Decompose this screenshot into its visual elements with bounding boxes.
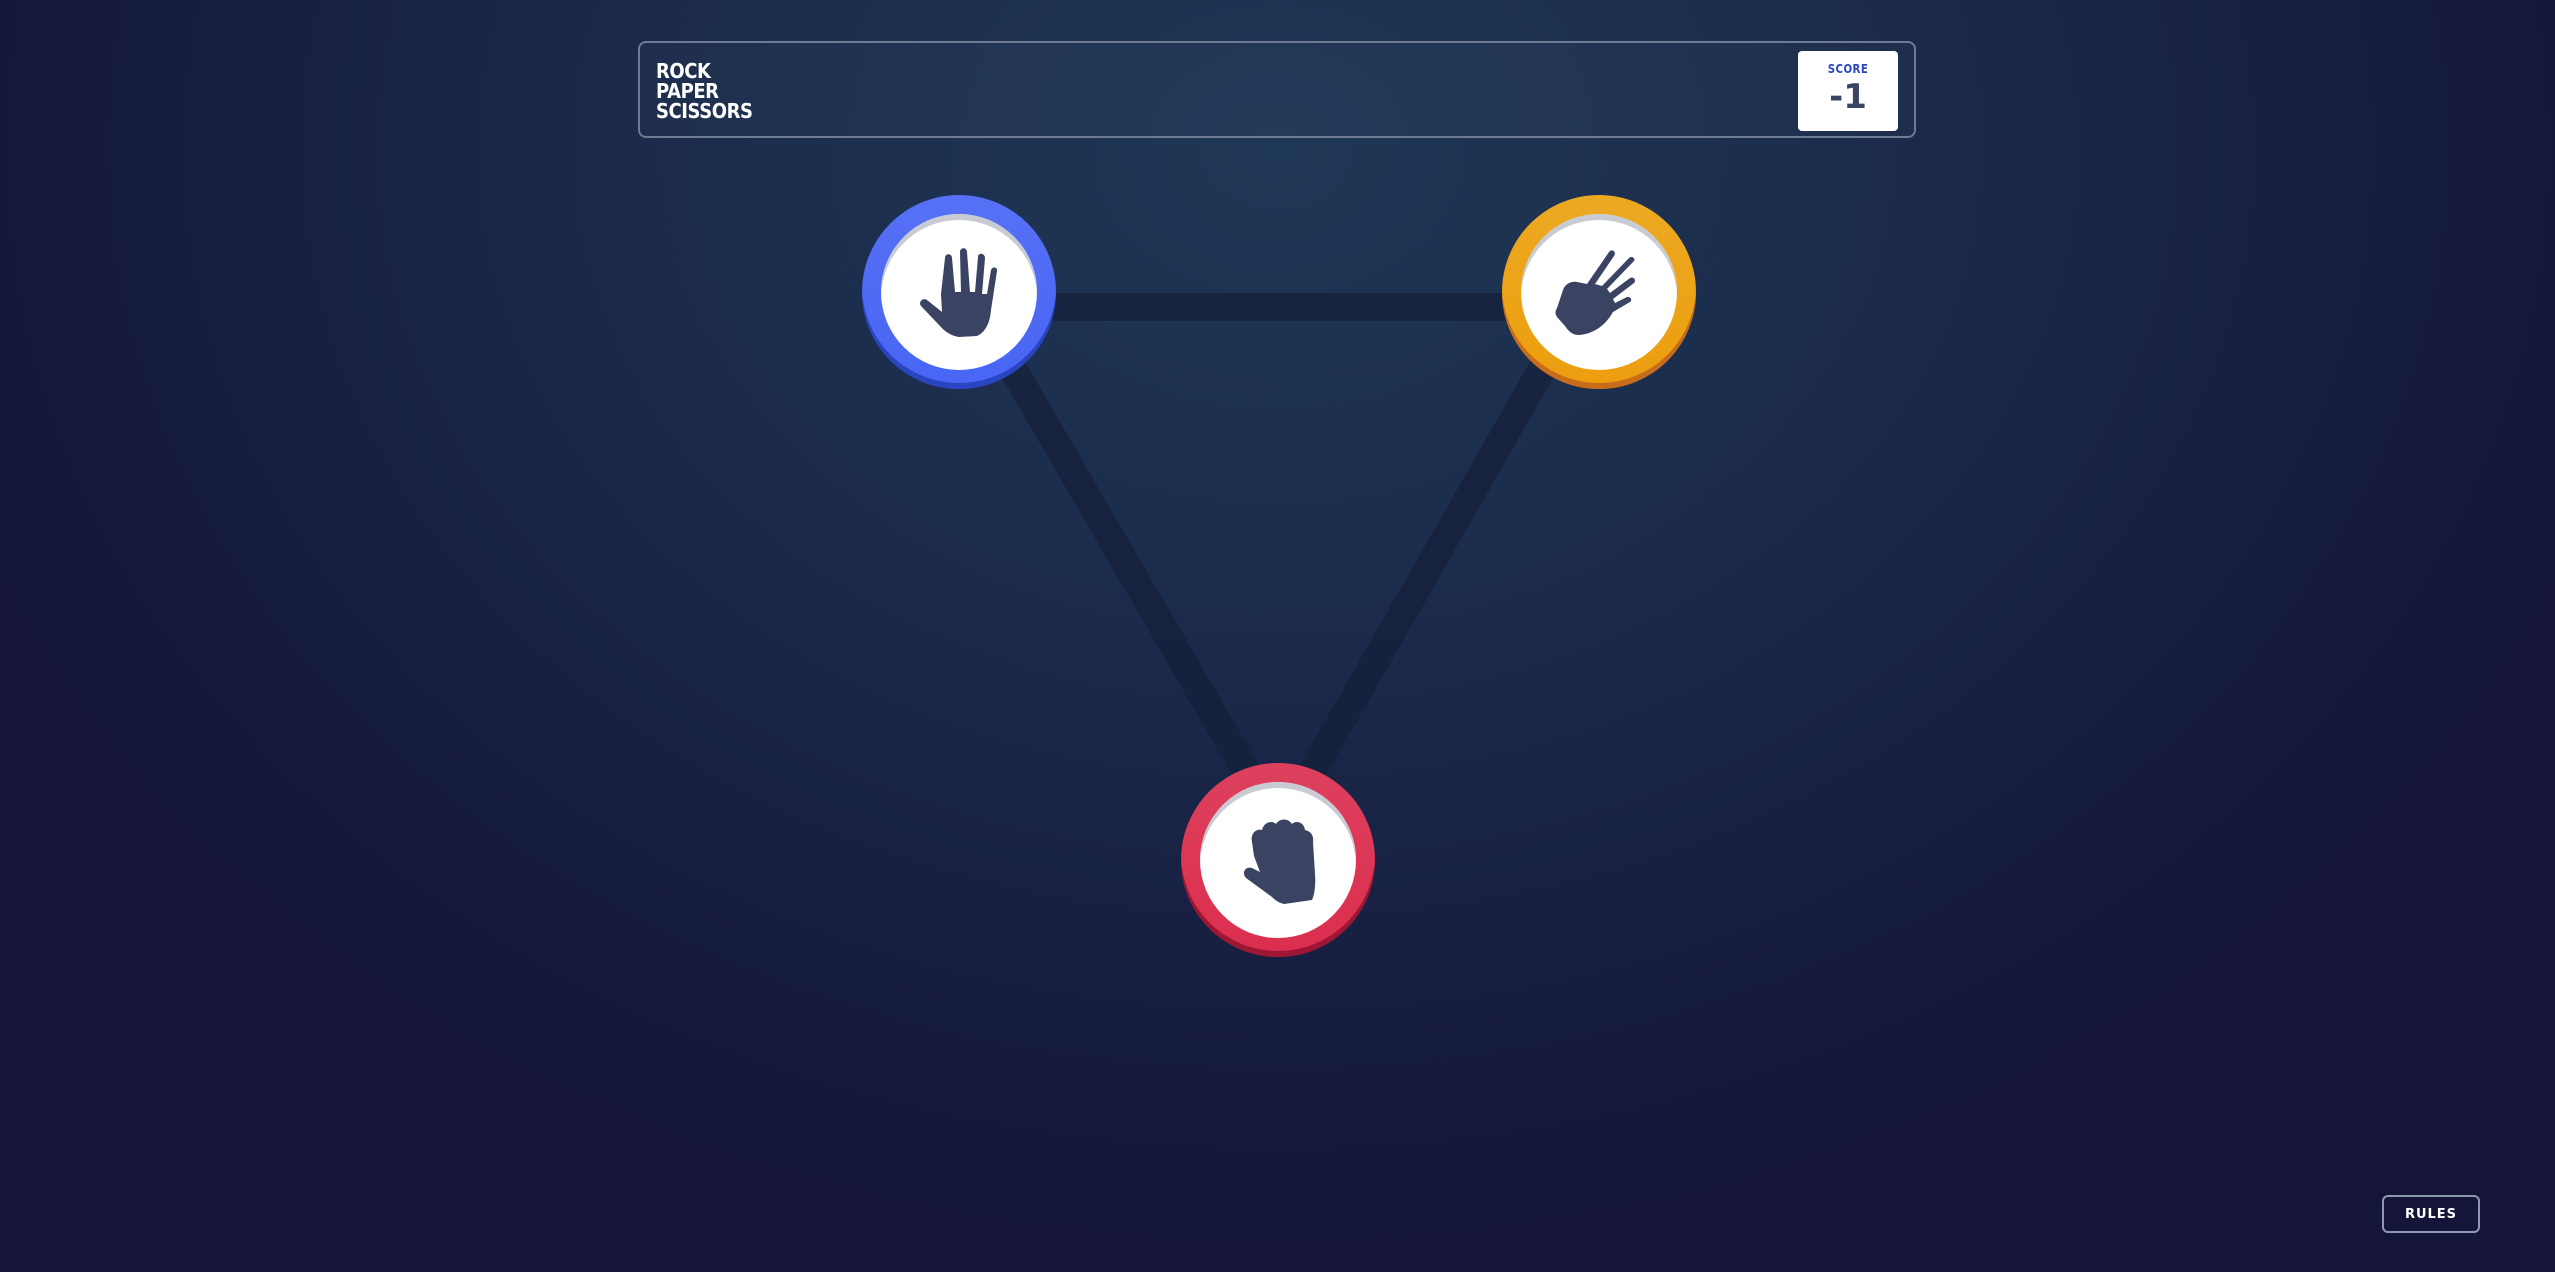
paper-hand-icon — [920, 248, 998, 337]
rock-fist-icon — [1244, 819, 1316, 904]
title-line-rock: ROCK — [656, 59, 711, 83]
scoreboard-header: ROCK PAPER SCISSORS SCORE -1 — [638, 41, 1916, 138]
score-label: SCORE — [1827, 62, 1869, 76]
rock-token-face — [1200, 782, 1356, 938]
paper-token-face — [881, 214, 1037, 370]
scissors-token-face — [1521, 214, 1677, 370]
score-box: SCORE -1 — [1798, 51, 1898, 131]
scissors-hand-icon — [1555, 250, 1636, 335]
rock-button[interactable] — [1181, 763, 1375, 957]
triangle-right-edge — [1283, 348, 1563, 807]
scissors-button[interactable] — [1502, 195, 1696, 389]
title-line-scissors: SCISSORS — [656, 99, 753, 123]
paper-button[interactable] — [862, 195, 1056, 389]
score-value: -1 — [1829, 77, 1867, 117]
triangle-background — [959, 293, 1597, 808]
rules-button[interactable]: RULES — [2382, 1195, 2480, 1233]
title-line-paper: PAPER — [656, 79, 719, 103]
game-title: ROCK PAPER SCISSORS — [656, 61, 753, 121]
triangle-left-edge — [992, 347, 1276, 808]
